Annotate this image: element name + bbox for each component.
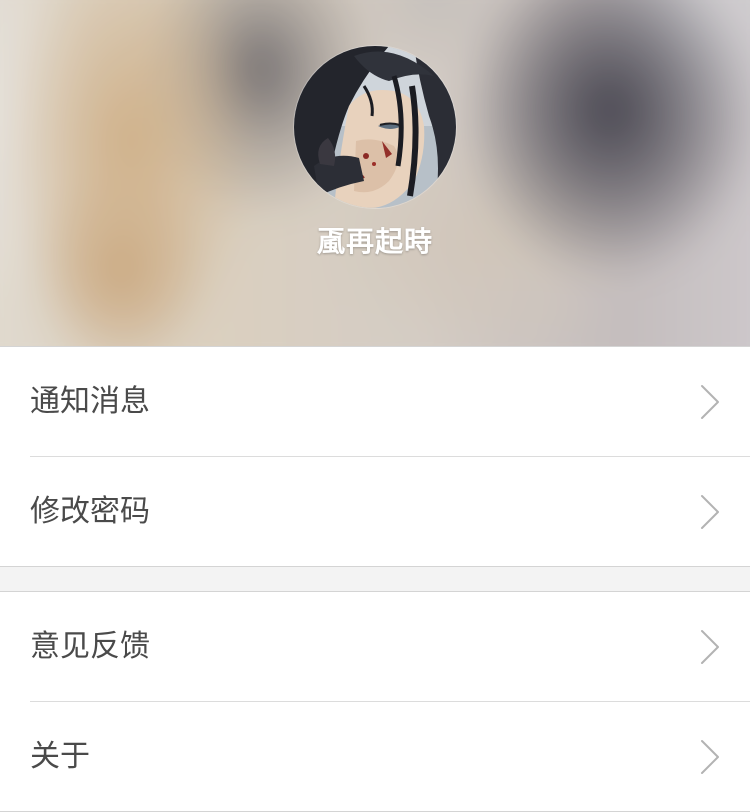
avatar-illustration xyxy=(294,46,456,208)
menu-item-notifications[interactable]: 通知消息 xyxy=(0,347,750,456)
username: 颪再起時 xyxy=(316,225,433,258)
settings-group-1: 通知消息 修改密码 xyxy=(0,346,750,567)
chevron-right-icon xyxy=(700,629,720,665)
avatar[interactable] xyxy=(294,46,456,208)
menu-item-label: 关于 xyxy=(30,739,90,774)
menu-item-label: 通知消息 xyxy=(30,384,150,419)
menu-item-about[interactable]: 关于 xyxy=(30,701,750,811)
menu-item-change-password[interactable]: 修改密码 xyxy=(30,456,750,566)
chevron-right-icon xyxy=(700,739,720,775)
profile-header: 颪再起時 xyxy=(0,0,750,346)
menu-item-label: 意见反馈 xyxy=(30,629,150,664)
chevron-right-icon xyxy=(700,494,720,530)
menu-item-label: 修改密码 xyxy=(30,494,150,529)
chevron-right-icon xyxy=(700,384,720,420)
settings-group-2: 意见反馈 关于 xyxy=(0,591,750,812)
menu-item-feedback[interactable]: 意见反馈 xyxy=(0,592,750,701)
